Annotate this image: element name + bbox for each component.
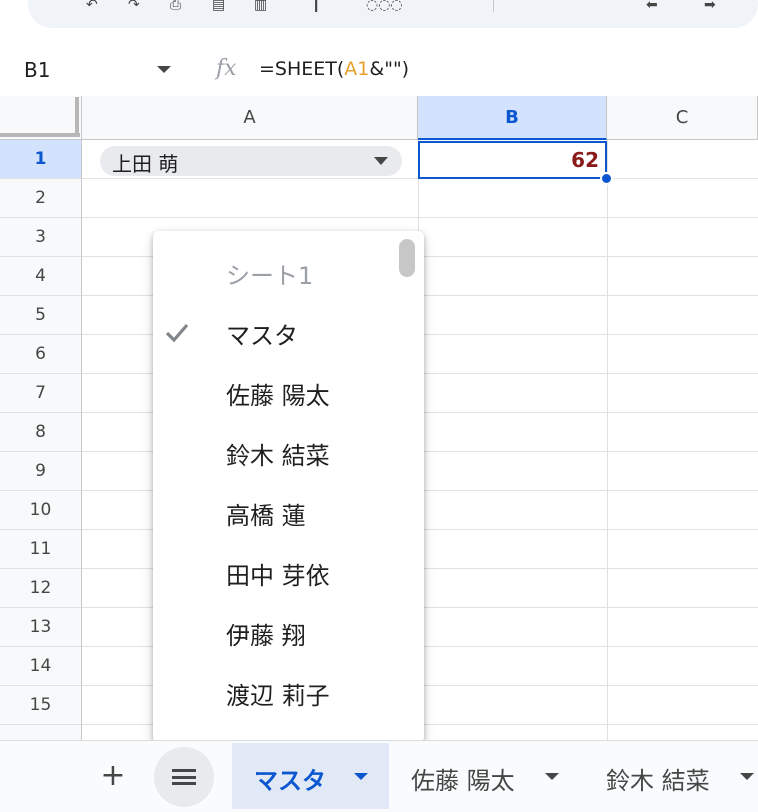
chevron-down-icon[interactable]	[374, 157, 388, 165]
scroll-right-icon[interactable]: ➡	[704, 0, 716, 12]
a1-chip-label: 上田 萌	[112, 152, 179, 176]
dropdown-item-label: 伊藤 翔	[226, 622, 306, 650]
dropdown-item-label: 鈴木 結菜	[226, 442, 330, 470]
name-box-dropdown-icon[interactable]	[157, 66, 171, 73]
row-header-13[interactable]: 13	[0, 608, 82, 647]
sheet-tab-label: 鈴木 結菜	[606, 767, 710, 795]
checkmark-icon	[165, 323, 189, 343]
toolbar-separator	[493, 0, 494, 12]
column-header-a[interactable]: A	[82, 96, 418, 140]
dropdown-item-label: シート1	[226, 262, 314, 290]
dropdown-item-suzuki[interactable]: 鈴木 結菜	[153, 422, 424, 482]
sheet-tab-suzuki[interactable]: 鈴木 結菜	[585, 743, 758, 809]
row-header-9[interactable]: 9	[0, 452, 82, 491]
row-header-8[interactable]: 8	[0, 413, 82, 452]
sheet-tab-label: 佐藤 陽太	[411, 767, 515, 795]
dropdown-item-master[interactable]: マスタ	[153, 302, 424, 362]
row-header-12[interactable]: 12	[0, 569, 82, 608]
dropdown-item-label: マスタ	[226, 322, 298, 350]
chevron-down-icon[interactable]	[545, 773, 559, 780]
row-header-4[interactable]: 4	[0, 257, 82, 296]
a1-dropdown-chip[interactable]: 上田 萌	[100, 146, 402, 176]
sheet-tab-label: マスタ	[254, 767, 326, 795]
fill-handle[interactable]	[600, 172, 613, 185]
dropdown-item-takahashi[interactable]: 高橋 蓮	[153, 482, 424, 542]
dropdown-item-sato[interactable]: 佐藤 陽太	[153, 362, 424, 422]
zoom-select[interactable]: ◌◌◌	[366, 0, 403, 12]
sheet-tab-master[interactable]: マスタ	[232, 743, 389, 809]
row-header-11[interactable]: 11	[0, 530, 82, 569]
row-header-1[interactable]: 1	[0, 140, 82, 179]
dropdown-item-label: 高橋 蓮	[226, 502, 306, 530]
formula-bar: B1 fx =SHEET(A1&"")	[0, 40, 758, 96]
row-header-6[interactable]: 6	[0, 335, 82, 374]
add-sheet-button[interactable]: +	[99, 757, 127, 795]
chevron-down-icon[interactable]	[740, 773, 754, 780]
toolbar: ↶ ↷ ⎙ ▤ ▥ ┃ ◌◌◌ ⬅ ➡	[0, 0, 758, 40]
grid-line	[607, 140, 608, 740]
print-icon[interactable]: ⎙	[170, 0, 181, 12]
row-header-10[interactable]: 10	[0, 491, 82, 530]
selected-cell-b1[interactable]: 62	[418, 141, 607, 179]
redo-icon[interactable]: ↷	[128, 0, 140, 12]
row-header-7[interactable]: 7	[0, 374, 82, 413]
sheet-tab-bar: + マスタ 佐藤 陽太 鈴木 結菜	[0, 740, 758, 812]
name-box[interactable]: B1	[24, 58, 50, 82]
paint-roller-icon[interactable]: ┃	[312, 0, 320, 12]
all-sheets-button[interactable]	[154, 747, 214, 807]
dropdown-item-label: 田中 芽依	[226, 562, 330, 590]
formula-input[interactable]: =SHEET(A1&"")	[259, 58, 409, 80]
column-header-b[interactable]: B	[418, 96, 607, 140]
b1-value: 62	[571, 148, 599, 172]
dropdown-item-label: 渡辺 莉子	[226, 682, 330, 710]
row-header-2[interactable]: 2	[0, 179, 82, 218]
scroll-left-icon[interactable]: ⬅	[646, 0, 658, 12]
fx-icon: fx	[216, 56, 237, 81]
paint-format-icon[interactable]: ▤	[212, 0, 225, 12]
grid-line	[82, 217, 758, 218]
dropdown-item-tanaka[interactable]: 田中 芽依	[153, 542, 424, 602]
spreadsheet-window: ↶ ↷ ⎙ ▤ ▥ ┃ ◌◌◌ ⬅ ➡ B1 fx =SHEET(A1&"") …	[0, 0, 758, 812]
row-header-5[interactable]: 5	[0, 296, 82, 335]
row-header-14[interactable]: 14	[0, 647, 82, 686]
row-header-15[interactable]: 15	[0, 686, 82, 725]
formula-suffix: &"")	[369, 58, 410, 80]
chevron-down-icon[interactable]	[354, 773, 368, 780]
formula-reference: A1	[344, 58, 370, 80]
chip-dropdown-menu: シート1 マスタ 佐藤 陽太 鈴木 結菜 高橋 蓮 田中 芽依 伊藤 翔 渡辺 …	[153, 231, 424, 743]
undo-icon[interactable]: ↶	[86, 0, 98, 12]
format-icon[interactable]: ▥	[254, 0, 267, 12]
sheet-tab-sato[interactable]: 佐藤 陽太	[389, 743, 579, 809]
select-all-corner[interactable]	[0, 96, 82, 140]
menu-icon	[172, 769, 196, 785]
formula-prefix: =SHEET(	[259, 58, 345, 80]
dropdown-item-watanabe[interactable]: 渡辺 莉子	[153, 662, 424, 722]
dropdown-item-sheet1: シート1	[153, 242, 424, 302]
dropdown-item-ito[interactable]: 伊藤 翔	[153, 602, 424, 662]
dropdown-item-label: 佐藤 陽太	[226, 382, 330, 410]
row-header-3[interactable]: 3	[0, 218, 82, 257]
column-header-c[interactable]: C	[607, 96, 758, 140]
